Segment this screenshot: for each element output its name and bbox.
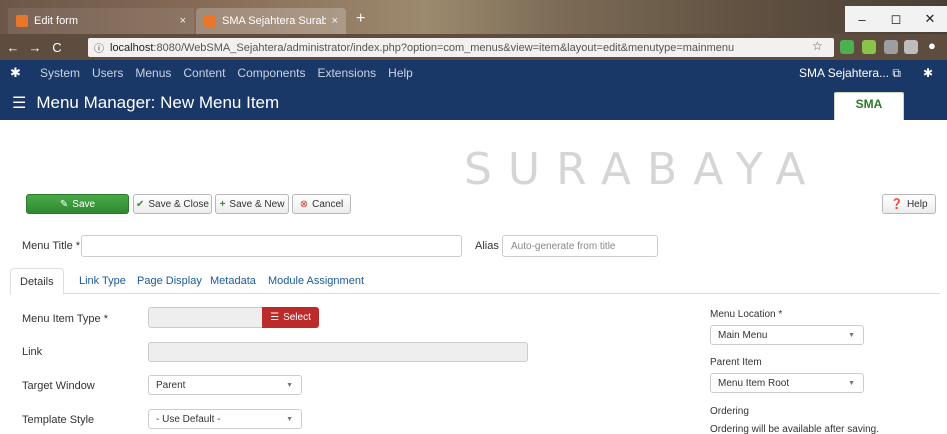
save-label: Save (72, 198, 96, 210)
site-link[interactable]: SMA Sejahtera... ⧉ (799, 66, 901, 81)
browser-tab-edit-form[interactable]: Edit form × (8, 8, 194, 34)
watermark-text: SURABAYA (464, 144, 822, 195)
menu-item-type-field (148, 307, 264, 328)
list-icon: ☰ (12, 95, 27, 112)
tab-close-icon[interactable]: × (180, 15, 186, 27)
help-label: Help (906, 198, 928, 210)
menu-users[interactable]: Users (92, 66, 123, 80)
cancel-label: Cancel (312, 198, 344, 210)
save-new-button[interactable]: + Save & New (215, 194, 289, 214)
joomla-logo-icon[interactable]: ✱ (10, 65, 28, 81)
check-icon: ✔ (136, 198, 145, 210)
window-controls: – ◻ ✕ (845, 6, 947, 32)
save-new-label: Save & New (229, 198, 285, 210)
menu-system[interactable]: System (40, 66, 80, 80)
parent-item-label: Parent Item (710, 357, 762, 368)
logo-text: SMA (855, 97, 883, 111)
extension-icon[interactable] (840, 40, 854, 54)
browser-tab-admin[interactable]: SMA Sejahtera Surabaya - Admi × (196, 8, 346, 34)
edit-icon: ✎ (59, 198, 69, 210)
tab-label: SMA Sejahtera Surabaya - Admi (222, 15, 326, 27)
menu-item-type-label: Menu Item Type * (22, 313, 109, 325)
joomla-favicon-icon (16, 15, 28, 27)
link-label: Link (22, 346, 43, 358)
tab-details[interactable]: Details (10, 268, 64, 295)
browser-titlebar: Edit form × SMA Sejahtera Surabaya - Adm… (0, 0, 947, 34)
tab-label: Edit form (34, 15, 79, 27)
ordering-label: Ordering (710, 406, 749, 417)
minimize-button[interactable]: – (845, 6, 879, 32)
menu-title-input[interactable] (81, 235, 462, 257)
site-name: SMA Sejahtera... (799, 65, 890, 80)
cancel-icon: ⊗ (299, 198, 309, 210)
extension-icon[interactable] (862, 40, 876, 54)
new-tab-button[interactable]: + (356, 10, 365, 28)
plus-icon: + (219, 198, 226, 210)
extension-icon[interactable] (884, 40, 898, 54)
info-icon: ⓘ (94, 44, 104, 55)
menu-menus[interactable]: Menus (135, 66, 171, 80)
forward-arrow-icon[interactable]: → (26, 40, 44, 55)
menu-components[interactable]: Components (237, 66, 305, 80)
address-bar: ← → C ⓘ localhost :8080/WebSMA_Sejahtera… (0, 34, 947, 60)
select-label: Select (283, 312, 311, 323)
save-close-label: Save & Close (148, 198, 209, 210)
menu-location-select[interactable]: Main Menu ▼ (710, 325, 864, 345)
template-style-select[interactable]: - Use Default - ▼ (148, 409, 302, 429)
maximize-button[interactable]: ◻ (879, 6, 913, 32)
menu-content[interactable]: Content (183, 66, 225, 80)
target-window-select[interactable]: Parent ▼ (148, 375, 302, 395)
tab-link-type[interactable]: Link Type (70, 268, 135, 294)
help-button[interactable]: ❓ Help (882, 194, 936, 214)
template-style-value: - Use Default - (156, 413, 221, 425)
save-close-button[interactable]: ✔ Save & Close (133, 194, 212, 214)
template-style-label: Template Style (22, 414, 95, 426)
parent-item-select[interactable]: Menu Item Root ▼ (710, 373, 864, 393)
select-button[interactable]: ☰ Select (262, 307, 319, 328)
admin-menubar: ✱ System Users Menus Content Components … (0, 60, 947, 86)
reload-icon[interactable]: C (48, 40, 66, 55)
save-button[interactable]: ✎ Save (26, 194, 129, 214)
bookmark-star-icon[interactable]: ☆ (812, 39, 823, 53)
cancel-button[interactable]: ⊗ Cancel (292, 194, 351, 214)
alias-input[interactable]: Auto-generate from title (502, 235, 658, 257)
chevron-down-icon: ▼ (848, 379, 855, 387)
menu-help[interactable]: Help (388, 66, 413, 80)
joomla-favicon-icon (204, 15, 216, 27)
chevron-down-icon: ▼ (286, 415, 293, 423)
tab-metadata[interactable]: Metadata (201, 268, 265, 294)
menu-location-label: Menu Location * (710, 309, 783, 320)
ordering-note: Ordering will be available after saving. (710, 424, 879, 434)
back-arrow-icon[interactable]: ← (4, 40, 22, 55)
extension-icon[interactable] (904, 40, 918, 54)
menu-location-value: Main Menu (718, 329, 768, 341)
target-window-label: Target Window (22, 380, 95, 392)
page-title: Menu Manager: New Menu Item (36, 93, 280, 112)
tab-module-assignment[interactable]: Module Assignment (259, 268, 373, 294)
tab-close-icon[interactable]: × (332, 15, 338, 27)
chevron-down-icon: ▼ (848, 331, 855, 339)
question-icon: ❓ (890, 198, 903, 210)
menu-title-label: Menu Title * (22, 240, 81, 252)
chevron-down-icon: ▼ (286, 381, 293, 389)
parent-item-value: Menu Item Root (718, 377, 790, 389)
account-icon[interactable]: ● (928, 38, 936, 53)
form-tabs: Details Link Type Page Display Metadata … (10, 268, 940, 295)
link-field (148, 342, 528, 362)
action-toolbar: ✎ Save ✔ Save & Close + Save & New ⊗ Can… (0, 194, 947, 220)
close-window-button[interactable]: ✕ (913, 6, 947, 32)
gear-icon[interactable]: ✱ (923, 66, 933, 80)
menu-extensions[interactable]: Extensions (317, 66, 376, 80)
url-input[interactable]: ⓘ localhost :8080/WebSMA_Sejahtera/admin… (88, 38, 834, 57)
external-link-icon: ⧉ (892, 65, 901, 80)
alias-label: Alias (475, 240, 499, 252)
target-window-value: Parent (156, 379, 186, 391)
url-rest: :8080/WebSMA_Sejahtera/administrator/ind… (153, 41, 735, 54)
tab-page-display[interactable]: Page Display (128, 268, 211, 294)
url-host: localhost (110, 41, 154, 54)
list-icon: ☰ (270, 312, 280, 323)
page-header: ☰ Menu Manager: New Menu Item (0, 86, 947, 120)
